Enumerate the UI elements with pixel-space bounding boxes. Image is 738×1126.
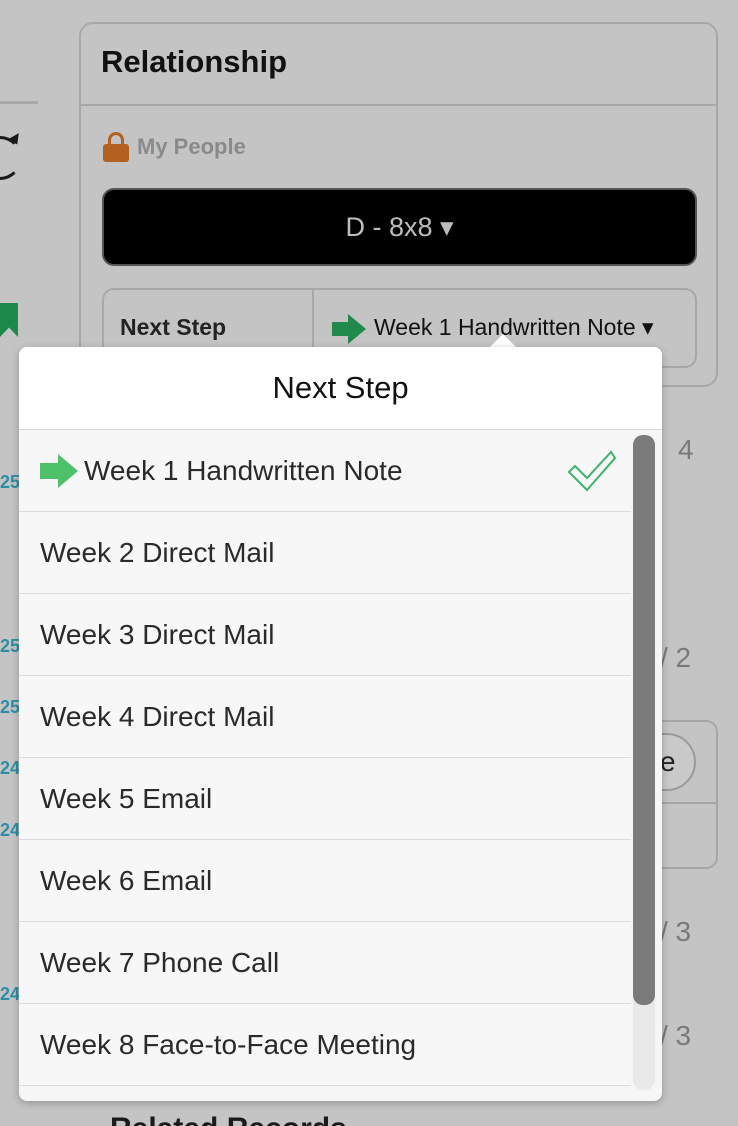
list-item-week-4[interactable]: Week 4 Direct Mail (19, 676, 631, 758)
list-item-label: Week 1 Handwritten Note (84, 455, 403, 486)
list-item-week-7[interactable]: Week 7 Phone Call (19, 922, 631, 1004)
people-scope-label: My People (137, 134, 246, 159)
related-records-heading: Related Records (110, 1112, 347, 1126)
list-item-week-5[interactable]: Week 5 Email (19, 758, 631, 840)
bg-number: 25 (0, 697, 21, 717)
popover-title: Next Step (19, 347, 662, 430)
popover-caret (489, 334, 517, 348)
bookmark-flag-icon (0, 303, 18, 337)
list-item-week-2[interactable]: Week 2 Direct Mail (19, 512, 631, 594)
next-step-popover: Next Step Week 1 Handwritten Note Week 2… (19, 347, 662, 1101)
bg-side-value: / 3 (660, 916, 692, 947)
next-step-label: Next Step (120, 314, 227, 340)
list-item-label: Week 3 Direct Mail (40, 619, 275, 650)
group-select-button[interactable]: D - 8x8 ▾ (102, 188, 697, 266)
next-step-list: Week 1 Handwritten Note Week 2 Direct Ma… (19, 430, 631, 1086)
bg-number: 24 (0, 820, 21, 840)
arrow-right-icon (332, 314, 366, 344)
list-item-label: Week 7 Phone Call (40, 947, 280, 978)
list-item-label: Week 4 Direct Mail (40, 701, 275, 732)
list-item-week-8[interactable]: Week 8 Face-to-Face Meeting (19, 1004, 631, 1086)
bg-side-value: / 2 (660, 642, 692, 673)
list-item-label: Week 8 Face-to-Face Meeting (40, 1029, 417, 1060)
scrollbar-thumb[interactable] (633, 435, 655, 1005)
list-item-week-3[interactable]: Week 3 Direct Mail (19, 594, 631, 676)
bg-number: 25 (0, 472, 21, 492)
check-icon (567, 450, 617, 492)
bg-side-value: / 3 (660, 1020, 692, 1051)
bg-number: 24 (0, 758, 21, 778)
list-item-label: Week 5 Email (40, 783, 213, 814)
list-item-week-1[interactable]: Week 1 Handwritten Note (19, 430, 631, 512)
list-item-week-6[interactable]: Week 6 Email (19, 840, 631, 922)
bg-side-value: 4 (678, 434, 694, 465)
arrow-right-icon (40, 454, 78, 488)
divider (81, 104, 716, 106)
refresh-arrow-icon (6, 133, 24, 148)
relationship-title: Relationship (101, 44, 288, 79)
list-item-label: Week 6 Email (40, 865, 213, 896)
list-item-label: Week 2 Direct Mail (40, 537, 275, 568)
bg-number: 24 (0, 984, 21, 1004)
relationship-card: Relationship My People D - 8x8 ▾ Next St… (79, 22, 718, 387)
divider (0, 101, 38, 104)
lock-icon (103, 132, 129, 162)
bg-number: 25 (0, 636, 21, 656)
